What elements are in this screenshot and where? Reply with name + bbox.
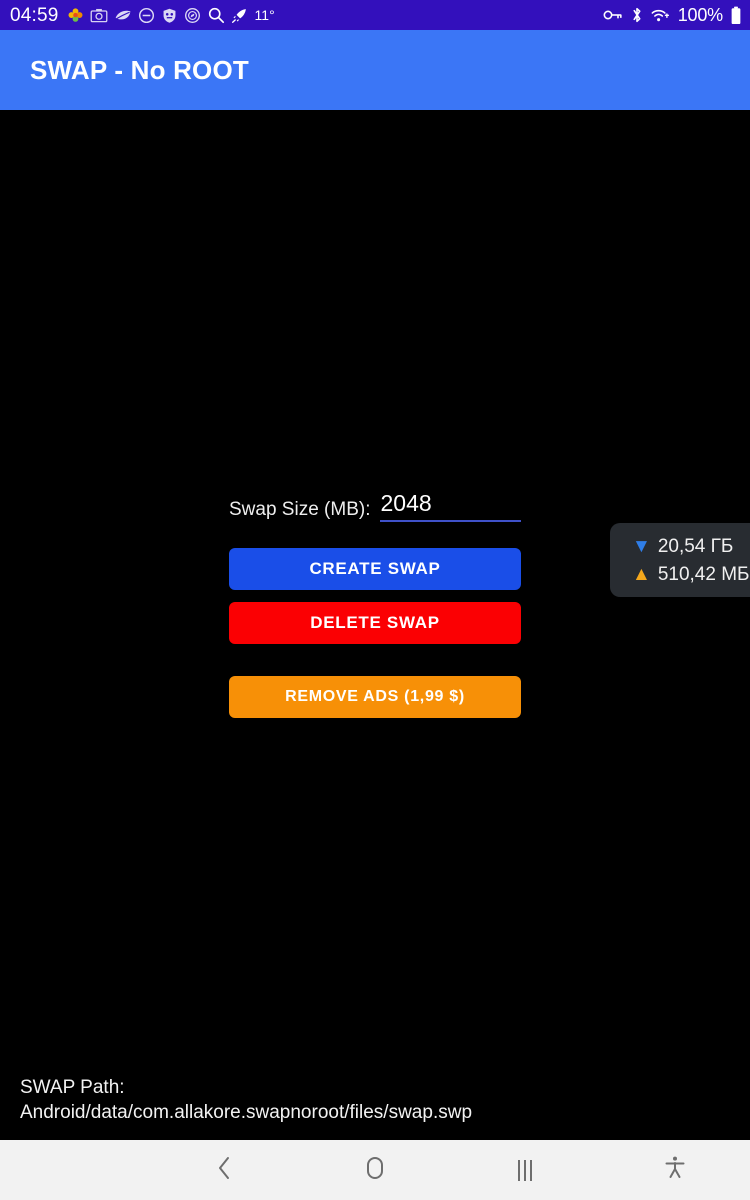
main-content: Swap Size (MB): CREATE SWAP DELETE SWAP … — [0, 110, 750, 1140]
download-arrow-icon: ▼ — [632, 535, 651, 557]
create-swap-button[interactable]: CREATE SWAP — [229, 548, 521, 590]
page-title: SWAP - No ROOT — [30, 54, 249, 85]
swap-path-block: SWAP Path: Android/data/com.allakore.swa… — [20, 1075, 720, 1125]
battery-percent-label: 100% — [677, 5, 723, 25]
status-bar-temperature: 11° — [254, 7, 275, 23]
shield-icon — [161, 5, 178, 25]
navigation-bar — [0, 1140, 750, 1200]
wifi-icon — [651, 5, 671, 25]
home-button[interactable] — [300, 1140, 450, 1200]
upload-arrow-icon: ▲ — [632, 563, 651, 585]
status-bar-right: 100% — [603, 5, 742, 25]
accessibility-icon — [663, 1154, 687, 1187]
search-icon — [207, 5, 225, 25]
flower-icon — [67, 5, 84, 25]
recents-button[interactable] — [450, 1140, 600, 1200]
download-usage-value: 20,54 ГБ — [657, 535, 734, 557]
back-icon — [214, 1155, 236, 1186]
bluetooth-icon — [630, 5, 644, 25]
download-usage-row: ▼ 20,54 ГБ — [632, 532, 750, 560]
swap-form: Swap Size (MB): CREATE SWAP DELETE SWAP … — [229, 488, 521, 718]
swap-size-input[interactable] — [380, 490, 521, 517]
status-bar-left: 04:59 11° — [10, 5, 603, 25]
rocket-icon — [231, 5, 248, 25]
delete-swap-button[interactable]: DELETE SWAP — [229, 602, 521, 644]
accessibility-button[interactable] — [600, 1140, 750, 1200]
camera-icon — [90, 5, 108, 25]
swap-size-label: Swap Size (MB): — [229, 499, 371, 520]
swap-path-value: Android/data/com.allakore.swapnoroot/fil… — [20, 1102, 473, 1123]
leaf-icon — [114, 5, 132, 25]
status-bar-clock: 04:59 — [10, 4, 59, 26]
status-bar[interactable]: 04:59 11° 100% — [0, 0, 750, 30]
battery-icon — [730, 5, 742, 25]
swap-path-label: SWAP Path: — [20, 1077, 125, 1098]
back-button[interactable] — [150, 1140, 300, 1200]
recents-icon — [518, 1159, 532, 1181]
upload-usage-value: 510,42 МБ — [657, 563, 750, 585]
data-usage-overlay[interactable]: ▼ 20,54 ГБ ▲ 510,42 МБ — [610, 523, 750, 597]
compass-icon — [184, 5, 201, 25]
home-icon — [363, 1154, 387, 1187]
swap-size-input-wrapper[interactable] — [380, 490, 521, 522]
app-bar: SWAP - No ROOT — [0, 30, 750, 110]
vpn-key-icon — [603, 5, 623, 25]
swap-size-row: Swap Size (MB): — [229, 488, 521, 522]
remove-ads-button[interactable]: REMOVE ADS (1,99 $) — [229, 676, 521, 718]
upload-usage-row: ▲ 510,42 МБ — [632, 560, 750, 588]
do-not-disturb-icon — [138, 5, 155, 25]
